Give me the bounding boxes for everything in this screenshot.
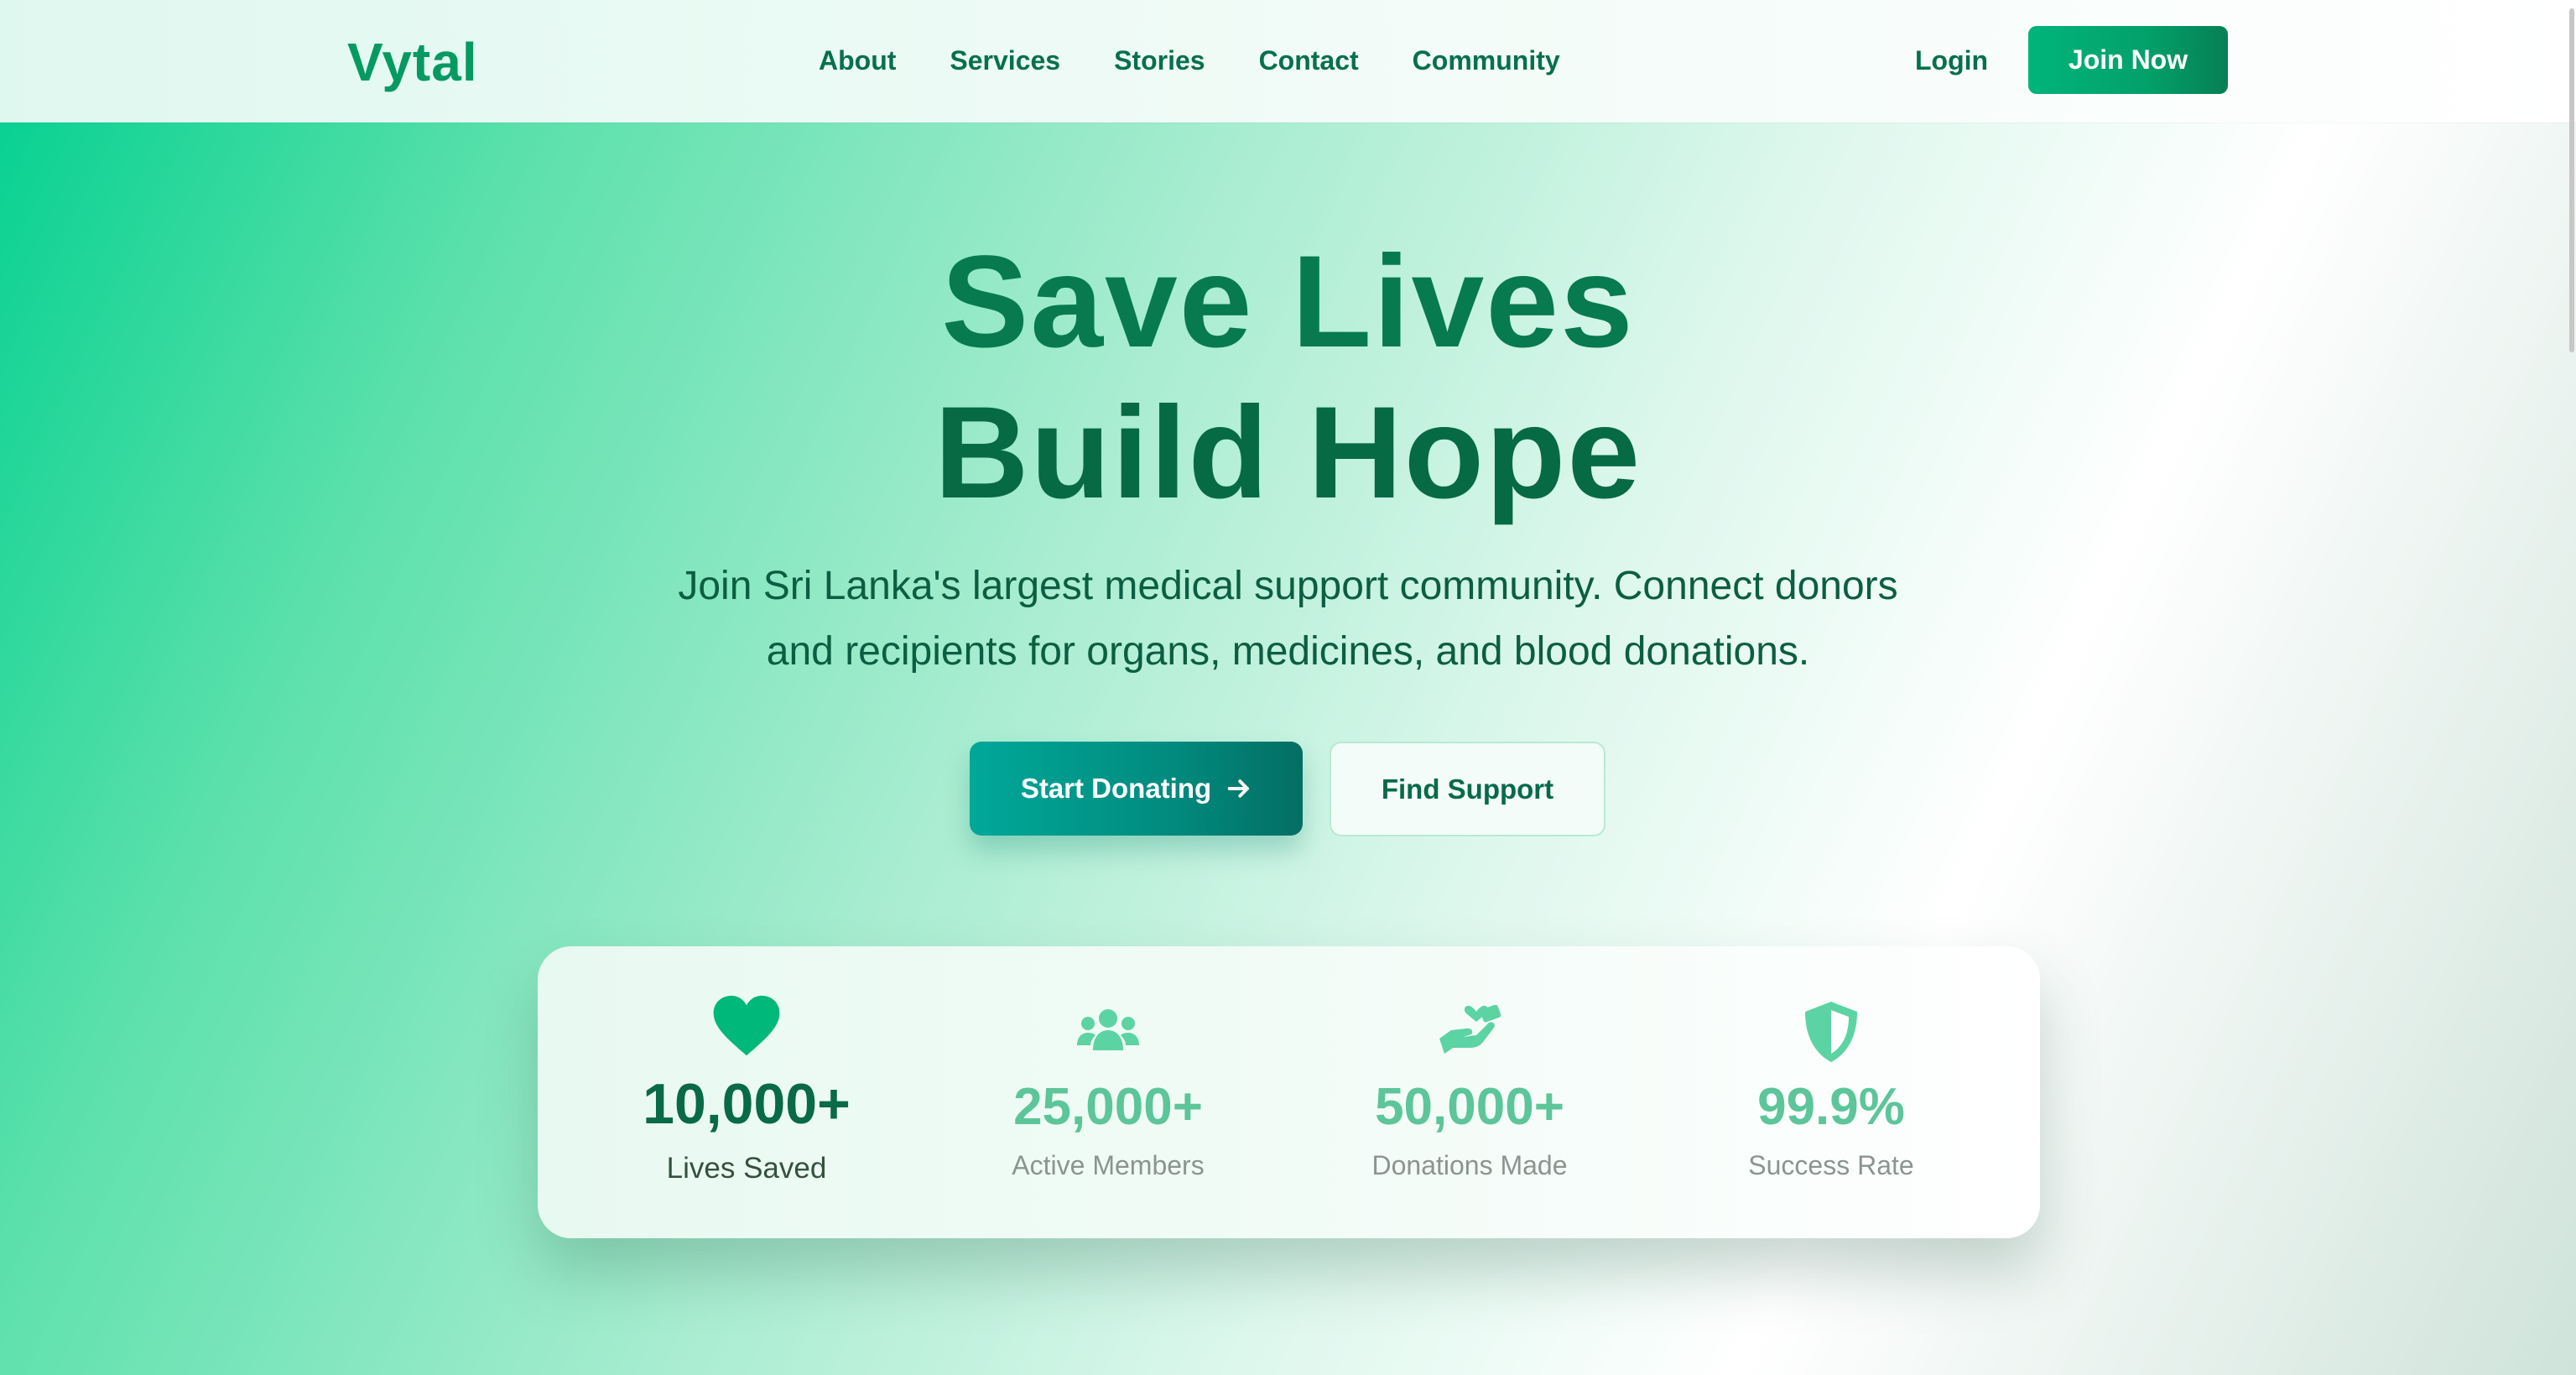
stat-value: 10,000+ (643, 1072, 851, 1136)
stat-label: Active Members (1012, 1150, 1205, 1180)
start-donating-button[interactable]: Start Donating (970, 742, 1303, 836)
stat-donations-made: 50,000+ Donations Made (1335, 946, 1604, 1238)
stat-value: 25,000+ (1013, 1078, 1203, 1136)
nav-link-community[interactable]: Community (1413, 37, 1560, 84)
hero-title-line-2: Build Hope (934, 380, 1642, 526)
shield-icon (1805, 1002, 1857, 1062)
top-navbar: Vytal About Services Stories Contact Com… (0, 0, 2576, 122)
users-icon (1077, 1009, 1139, 1050)
join-now-button[interactable]: Join Now (2028, 26, 2228, 94)
hero-title-line-1: Save Lives (941, 229, 1635, 375)
nav-link-about[interactable]: About (819, 37, 896, 84)
main-nav: About Services Stories Contact Community (819, 37, 1560, 84)
heart-icon (713, 995, 780, 1056)
find-support-button[interactable]: Find Support (1330, 742, 1605, 836)
stats-card: 10,000+ Lives Saved 25,000+ Active Membe… (538, 946, 2040, 1238)
hero-subtitle-line-2: and recipients for organs, medicines, an… (766, 629, 1810, 674)
scrollbar-thumb[interactable] (2569, 8, 2574, 352)
page-scrollbar[interactable] (2568, 0, 2576, 1375)
nav-link-services[interactable]: Services (950, 37, 1060, 84)
stat-label: Lives Saved (666, 1152, 827, 1185)
stat-success-rate: 99.9% Success Rate (1697, 946, 1965, 1238)
stat-lives-saved: 10,000+ Lives Saved (612, 946, 881, 1238)
hero-subtitle-line-1: Join Sri Lanka's largest medical support… (678, 564, 1898, 608)
hero-subtitle: Join Sri Lanka's largest medical support… (587, 554, 1989, 685)
stat-value: 50,000+ (1375, 1078, 1564, 1136)
nav-link-stories[interactable]: Stories (1114, 37, 1205, 84)
nav-link-contact[interactable]: Contact (1259, 37, 1359, 84)
hero-title: Save Lives Build Hope (0, 227, 2576, 529)
stat-label: Success Rate (1748, 1150, 1914, 1180)
brand-logo[interactable]: Vytal (347, 29, 478, 96)
arrow-right-icon (1227, 779, 1250, 798)
stat-active-members: 25,000+ Active Members (974, 946, 1242, 1238)
login-link[interactable]: Login (1915, 37, 1988, 84)
hand-holding-heart-icon (1439, 1005, 1501, 1054)
start-donating-label: Start Donating (1020, 773, 1212, 804)
stat-label: Donations Made (1371, 1150, 1568, 1180)
stat-value: 99.9% (1757, 1078, 1905, 1136)
